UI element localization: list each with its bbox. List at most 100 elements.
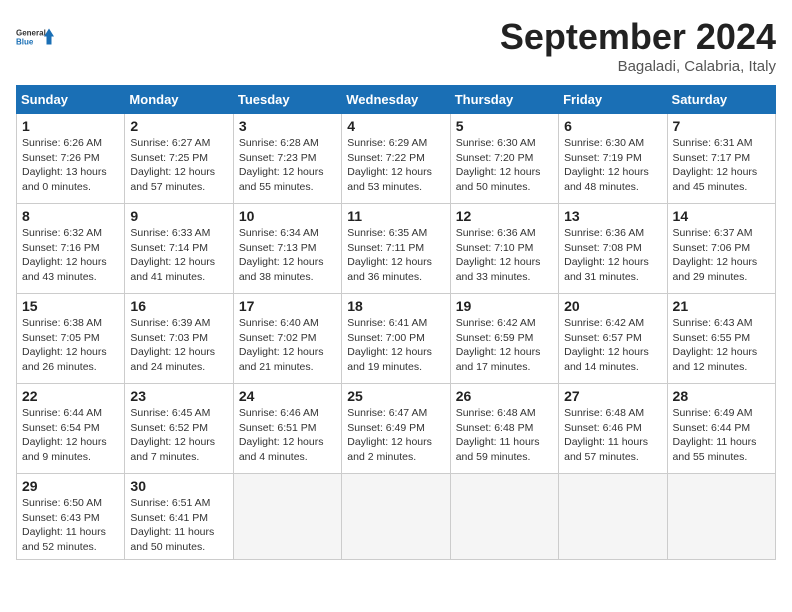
- calendar-cell: 3 Sunrise: 6:28 AM Sunset: 7:23 PM Daylig…: [233, 114, 341, 204]
- day-number: 5: [456, 118, 553, 134]
- day-info: Sunrise: 6:38 AM Sunset: 7:05 PM Dayligh…: [22, 316, 119, 375]
- logo-svg: General Blue: [16, 16, 56, 58]
- day-info: Sunrise: 6:26 AM Sunset: 7:26 PM Dayligh…: [22, 136, 119, 195]
- day-info: Sunrise: 6:42 AM Sunset: 6:59 PM Dayligh…: [456, 316, 553, 375]
- day-info: Sunrise: 6:28 AM Sunset: 7:23 PM Dayligh…: [239, 136, 336, 195]
- title-area: September 2024 Bagaladi, Calabria, Italy: [500, 16, 776, 75]
- calendar-table: SundayMondayTuesdayWednesdayThursdayFrid…: [16, 85, 776, 560]
- calendar-cell: 27 Sunrise: 6:48 AM Sunset: 6:46 PM Dayli…: [559, 384, 667, 474]
- month-title: September 2024: [500, 16, 776, 58]
- calendar-cell: 25Sunrise: 6:47 AM Sunset: 6:49 PM Dayli…: [342, 384, 450, 474]
- calendar-cell: [450, 474, 558, 560]
- calendar-cell: 12 Sunrise: 6:36 AM Sunset: 7:10 PM Dayli…: [450, 204, 558, 294]
- header-row: SundayMondayTuesdayWednesdayThursdayFrid…: [17, 86, 776, 114]
- calendar-cell: 19 Sunrise: 6:42 AM Sunset: 6:59 PM Dayli…: [450, 294, 558, 384]
- day-number: 27: [564, 388, 661, 404]
- calendar-cell: 8Sunrise: 6:32 AM Sunset: 7:16 PM Daylig…: [17, 204, 125, 294]
- day-number: 30: [130, 478, 227, 494]
- calendar-cell: 16 Sunrise: 6:39 AM Sunset: 7:03 PM Dayli…: [125, 294, 233, 384]
- day-info: Sunrise: 6:51 AM Sunset: 6:41 PM Dayligh…: [130, 496, 227, 555]
- calendar-cell: [559, 474, 667, 560]
- calendar-cell: 18Sunrise: 6:41 AM Sunset: 7:00 PM Dayli…: [342, 294, 450, 384]
- svg-text:Blue: Blue: [16, 38, 34, 47]
- day-info: Sunrise: 6:50 AM Sunset: 6:43 PM Dayligh…: [22, 496, 119, 555]
- day-info: Sunrise: 6:36 AM Sunset: 7:10 PM Dayligh…: [456, 226, 553, 285]
- day-number: 22: [22, 388, 119, 404]
- week-row-3: 15 Sunrise: 6:38 AM Sunset: 7:05 PM Dayli…: [17, 294, 776, 384]
- day-info: Sunrise: 6:43 AM Sunset: 6:55 PM Dayligh…: [673, 316, 770, 375]
- calendar-cell: [667, 474, 775, 560]
- day-info: Sunrise: 6:46 AM Sunset: 6:51 PM Dayligh…: [239, 406, 336, 465]
- day-header-monday: Monday: [125, 86, 233, 114]
- day-number: 14: [673, 208, 770, 224]
- calendar-cell: 24 Sunrise: 6:46 AM Sunset: 6:51 PM Dayli…: [233, 384, 341, 474]
- calendar-cell: 17 Sunrise: 6:40 AM Sunset: 7:02 PM Dayli…: [233, 294, 341, 384]
- week-row-5: 29 Sunrise: 6:50 AM Sunset: 6:43 PM Dayli…: [17, 474, 776, 560]
- calendar-cell: 2Sunrise: 6:27 AM Sunset: 7:25 PM Daylig…: [125, 114, 233, 204]
- day-info: Sunrise: 6:31 AM Sunset: 7:17 PM Dayligh…: [673, 136, 770, 195]
- day-number: 7: [673, 118, 770, 134]
- calendar-cell: 13 Sunrise: 6:36 AM Sunset: 7:08 PM Dayli…: [559, 204, 667, 294]
- day-number: 9: [130, 208, 227, 224]
- calendar-cell: 21 Sunrise: 6:43 AM Sunset: 6:55 PM Dayli…: [667, 294, 775, 384]
- day-number: 4: [347, 118, 444, 134]
- week-row-2: 8Sunrise: 6:32 AM Sunset: 7:16 PM Daylig…: [17, 204, 776, 294]
- day-info: Sunrise: 6:37 AM Sunset: 7:06 PM Dayligh…: [673, 226, 770, 285]
- header: General Blue September 2024 Bagaladi, Ca…: [16, 16, 776, 75]
- day-info: Sunrise: 6:48 AM Sunset: 6:46 PM Dayligh…: [564, 406, 661, 465]
- location: Bagaladi, Calabria, Italy: [500, 58, 776, 75]
- day-header-thursday: Thursday: [450, 86, 558, 114]
- day-info: Sunrise: 6:29 AM Sunset: 7:22 PM Dayligh…: [347, 136, 444, 195]
- day-number: 19: [456, 298, 553, 314]
- week-row-4: 22Sunrise: 6:44 AM Sunset: 6:54 PM Dayli…: [17, 384, 776, 474]
- logo: General Blue: [16, 16, 56, 58]
- day-info: Sunrise: 6:45 AM Sunset: 6:52 PM Dayligh…: [130, 406, 227, 465]
- day-info: Sunrise: 6:30 AM Sunset: 7:19 PM Dayligh…: [564, 136, 661, 195]
- calendar-cell: 7 Sunrise: 6:31 AM Sunset: 7:17 PM Daylig…: [667, 114, 775, 204]
- calendar-cell: 15 Sunrise: 6:38 AM Sunset: 7:05 PM Dayli…: [17, 294, 125, 384]
- day-info: Sunrise: 6:33 AM Sunset: 7:14 PM Dayligh…: [130, 226, 227, 285]
- day-number: 15: [22, 298, 119, 314]
- day-number: 3: [239, 118, 336, 134]
- day-info: Sunrise: 6:39 AM Sunset: 7:03 PM Dayligh…: [130, 316, 227, 375]
- day-info: Sunrise: 6:40 AM Sunset: 7:02 PM Dayligh…: [239, 316, 336, 375]
- day-number: 11: [347, 208, 444, 224]
- day-number: 16: [130, 298, 227, 314]
- calendar-cell: 23 Sunrise: 6:45 AM Sunset: 6:52 PM Dayli…: [125, 384, 233, 474]
- day-info: Sunrise: 6:42 AM Sunset: 6:57 PM Dayligh…: [564, 316, 661, 375]
- day-number: 26: [456, 388, 553, 404]
- day-number: 18: [347, 298, 444, 314]
- day-header-friday: Friday: [559, 86, 667, 114]
- calendar-cell: 11 Sunrise: 6:35 AM Sunset: 7:11 PM Dayli…: [342, 204, 450, 294]
- day-info: Sunrise: 6:27 AM Sunset: 7:25 PM Dayligh…: [130, 136, 227, 195]
- day-number: 17: [239, 298, 336, 314]
- day-header-sunday: Sunday: [17, 86, 125, 114]
- day-number: 12: [456, 208, 553, 224]
- day-number: 24: [239, 388, 336, 404]
- calendar-cell: 20Sunrise: 6:42 AM Sunset: 6:57 PM Dayli…: [559, 294, 667, 384]
- calendar-cell: 29 Sunrise: 6:50 AM Sunset: 6:43 PM Dayli…: [17, 474, 125, 560]
- day-info: Sunrise: 6:30 AM Sunset: 7:20 PM Dayligh…: [456, 136, 553, 195]
- day-info: Sunrise: 6:48 AM Sunset: 6:48 PM Dayligh…: [456, 406, 553, 465]
- calendar-cell: 10 Sunrise: 6:34 AM Sunset: 7:13 PM Dayli…: [233, 204, 341, 294]
- day-header-tuesday: Tuesday: [233, 86, 341, 114]
- calendar-cell: 9 Sunrise: 6:33 AM Sunset: 7:14 PM Daylig…: [125, 204, 233, 294]
- calendar-cell: 28 Sunrise: 6:49 AM Sunset: 6:44 PM Dayli…: [667, 384, 775, 474]
- day-number: 29: [22, 478, 119, 494]
- calendar-cell: 6 Sunrise: 6:30 AM Sunset: 7:19 PM Daylig…: [559, 114, 667, 204]
- day-number: 10: [239, 208, 336, 224]
- day-number: 21: [673, 298, 770, 314]
- day-number: 23: [130, 388, 227, 404]
- day-info: Sunrise: 6:34 AM Sunset: 7:13 PM Dayligh…: [239, 226, 336, 285]
- day-header-saturday: Saturday: [667, 86, 775, 114]
- day-info: Sunrise: 6:35 AM Sunset: 7:11 PM Dayligh…: [347, 226, 444, 285]
- calendar-cell: 4 Sunrise: 6:29 AM Sunset: 7:22 PM Daylig…: [342, 114, 450, 204]
- day-header-wednesday: Wednesday: [342, 86, 450, 114]
- day-number: 6: [564, 118, 661, 134]
- day-info: Sunrise: 6:36 AM Sunset: 7:08 PM Dayligh…: [564, 226, 661, 285]
- day-number: 28: [673, 388, 770, 404]
- calendar-cell: 14 Sunrise: 6:37 AM Sunset: 7:06 PM Dayli…: [667, 204, 775, 294]
- day-number: 8: [22, 208, 119, 224]
- day-info: Sunrise: 6:49 AM Sunset: 6:44 PM Dayligh…: [673, 406, 770, 465]
- day-number: 13: [564, 208, 661, 224]
